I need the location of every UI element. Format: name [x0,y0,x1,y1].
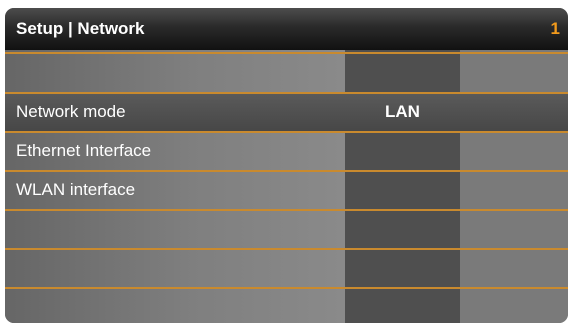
row-divider [5,131,568,133]
menu-item-network-mode[interactable]: Network mode LAN [5,94,568,131]
empty-row [5,50,568,87]
page-title: Setup | Network [16,19,145,38]
menu-item-label: WLAN interface [16,180,136,199]
menu-item-value: LAN [385,102,420,121]
title-bar: Setup | Network 1 [5,8,568,50]
empty-row [5,211,568,248]
row-divider [5,287,568,289]
menu-item-ethernet-interface[interactable]: Ethernet Interface [5,133,568,170]
menu-item-label: Network mode [16,102,126,121]
empty-row [5,250,568,287]
row-divider [5,209,568,211]
page-number: 1 [550,19,560,38]
row-divider [5,52,568,54]
device-screen: Setup | Network 1 Network mode LAN Ether… [5,8,568,323]
menu-item-label: Ethernet Interface [16,141,152,160]
empty-row [5,289,568,323]
menu-item-wlan-interface[interactable]: WLAN interface [5,172,568,209]
row-divider [5,92,568,94]
row-divider [5,248,568,250]
row-divider [5,170,568,172]
